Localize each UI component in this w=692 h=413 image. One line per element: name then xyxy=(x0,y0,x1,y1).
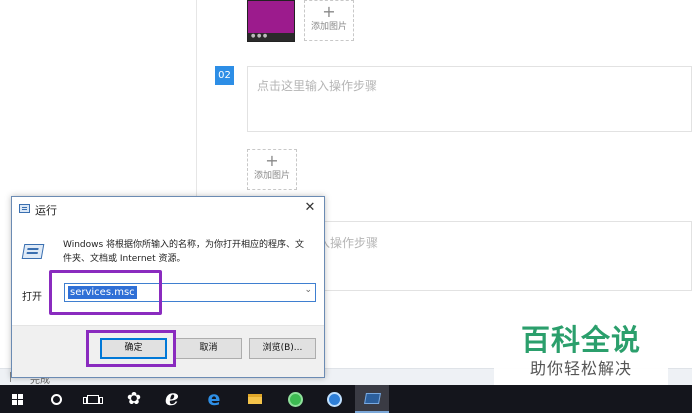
pinwheel-app-icon[interactable]: ✿ xyxy=(117,385,151,413)
run-program-icon xyxy=(21,244,45,259)
open-label: 打开 xyxy=(22,292,42,303)
plus-icon: + xyxy=(322,2,336,21)
run-icon xyxy=(19,204,30,213)
close-icon[interactable]: ✕ xyxy=(301,199,319,217)
add-image-label: 添加图片 xyxy=(310,22,347,32)
cortana-search-icon[interactable] xyxy=(39,385,73,413)
windows-start-icon[interactable] xyxy=(0,385,34,413)
dialog-title: 运行 xyxy=(35,204,57,217)
step-3-placeholder: 入操作步骤 xyxy=(318,236,379,250)
watermark: 百科全说 助你轻松解决 xyxy=(494,318,668,388)
step-placeholder: 点击这里输入操作步骤 xyxy=(257,79,378,93)
step-description-input[interactable]: 点击这里输入操作步骤 xyxy=(247,66,692,132)
step-thumbnail-image[interactable]: ● ● ● xyxy=(247,0,295,42)
qq-browser-icon[interactable] xyxy=(317,385,351,413)
dialog-title-bar[interactable]: 运行 ✕ xyxy=(12,197,324,221)
run-dialog-icon[interactable] xyxy=(355,385,389,413)
thumbnail-dots: ● ● ● xyxy=(251,33,268,39)
green-browser-icon[interactable] xyxy=(278,385,312,413)
plus-icon: + xyxy=(265,151,279,170)
watermark-subtitle: 助你轻松解决 xyxy=(529,359,632,378)
browse-button[interactable]: 浏览(B)... xyxy=(249,338,316,359)
ie-browser-icon[interactable]: ℯ xyxy=(155,385,189,413)
dialog-description: Windows 将根据你所输入的名称，为你打开相应的程序、文件夹、文档或 Int… xyxy=(63,240,305,264)
add-image-button-1[interactable]: + 添加图片 xyxy=(304,0,354,41)
chevron-down-icon[interactable]: ⌄ xyxy=(304,285,312,295)
file-explorer-icon[interactable] xyxy=(238,385,272,413)
highlight-box-input xyxy=(49,270,162,315)
cancel-button[interactable]: 取消 xyxy=(175,338,242,359)
watermark-title: 百科全说 xyxy=(520,323,641,357)
add-image-button-2[interactable]: + 添加图片 xyxy=(247,149,297,190)
edge-browser-icon[interactable]: e xyxy=(197,385,231,413)
task-view-icon[interactable] xyxy=(76,385,110,413)
taskbar: ✿ ℯ e xyxy=(0,385,692,413)
highlight-box-ok xyxy=(86,330,176,367)
step-number-badge: 02 xyxy=(215,66,234,85)
add-image-label: 添加图片 xyxy=(253,171,290,181)
